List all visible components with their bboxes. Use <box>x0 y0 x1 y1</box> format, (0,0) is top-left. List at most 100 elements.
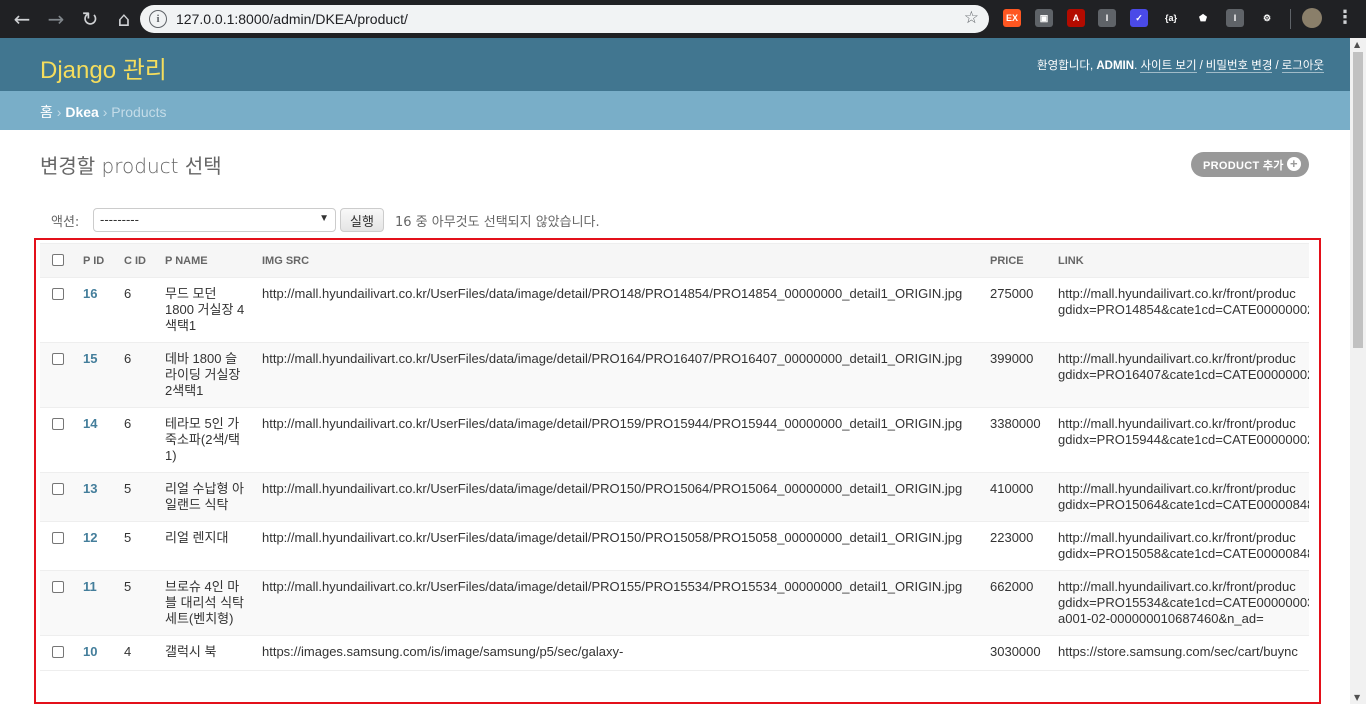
browser-toolbar: ← → ↻ ⌂ i 127.0.0.1:8000/admin/DKEA/prod… <box>0 0 1366 38</box>
pdf-extension-icon[interactable]: A <box>1067 9 1085 27</box>
table-row: 11 5 브로슈 4인 마블 대리석 식탁세트(벤치형) http://mall.hy… <box>40 570 1309 636</box>
site-info-icon[interactable]: i <box>149 10 167 28</box>
category-id: 6 <box>117 277 158 343</box>
row-select-cell <box>40 570 76 636</box>
selection-counter: 16 중 아무것도 선택되지 않았습니다. <box>395 214 600 230</box>
product-id-link[interactable]: 16 <box>76 277 117 343</box>
forward-icon[interactable]: → <box>40 3 72 35</box>
product-table: P ID C ID P NAME IMG SRC PRICE LINK 16 6 무… <box>40 243 1309 671</box>
category-id: 4 <box>117 635 158 671</box>
image-src: http://mall.hyundailivart.co.kr/UserFile… <box>255 570 983 636</box>
breadcrumb-app[interactable]: Dkea <box>65 104 98 120</box>
i2-extension-icon[interactable]: I <box>1226 9 1244 27</box>
row-checkbox[interactable] <box>52 288 64 300</box>
column-header[interactable]: LINK <box>1051 243 1309 278</box>
reload-icon[interactable]: ↻ <box>74 3 106 35</box>
row-checkbox[interactable] <box>52 483 64 495</box>
add-product-label: PRODUCT 추가 <box>1203 159 1284 172</box>
address-url[interactable]: 127.0.0.1:8000/admin/DKEA/product/ <box>176 11 408 27</box>
column-header[interactable]: PRICE <box>983 243 1051 278</box>
action-select[interactable]: --------- ▼ <box>93 208 336 232</box>
actions-label: 액션: <box>51 214 80 230</box>
home-icon[interactable]: ⌂ <box>108 3 140 35</box>
browser-menu-icon[interactable]: ⋮ <box>1336 7 1354 28</box>
dropdown-arrow-icon: ▼ <box>319 213 329 224</box>
bookmark-star-icon[interactable]: ☆ <box>964 8 979 28</box>
username: ADMIN <box>1096 60 1135 72</box>
row-select-cell <box>40 277 76 343</box>
category-id: 6 <box>117 342 158 408</box>
toolbar-divider <box>1290 9 1291 29</box>
select-all-checkbox[interactable] <box>52 254 64 266</box>
go-button[interactable]: 실행 <box>340 208 384 232</box>
view-site-link[interactable]: 사이트 보기 <box>1140 60 1197 73</box>
column-header[interactable]: IMG SRC <box>255 243 983 278</box>
table-row: 14 6 테라모 5인 가죽소파(2색/택1) http://mall.hyundai… <box>40 407 1309 473</box>
column-header[interactable]: C ID <box>117 243 158 278</box>
product-id-link[interactable]: 13 <box>76 472 117 522</box>
logout-link[interactable]: 로그아웃 <box>1281 60 1324 73</box>
i-extension-icon[interactable]: I <box>1098 9 1116 27</box>
product-id-link[interactable]: 10 <box>76 635 117 671</box>
price: 3030000 <box>983 635 1051 671</box>
row-select-cell <box>40 407 76 473</box>
ex-extension-icon[interactable]: EX <box>1003 9 1021 27</box>
scroll-up-icon[interactable]: ▲ <box>1354 40 1360 49</box>
product-id-link[interactable]: 11 <box>76 570 117 636</box>
profile-avatar[interactable] <box>1302 8 1322 28</box>
page-scrollbar[interactable]: ▲ ▼ <box>1350 38 1366 704</box>
table-row: 13 5 리얼 수납형 아일랜드 식탁 http://mall.hyundailiva… <box>40 472 1309 522</box>
product-id-link[interactable]: 12 <box>76 521 117 571</box>
product-name: 데바 1800 슬라이딩 거실장 2색택1 <box>158 342 255 408</box>
check-extension-icon[interactable]: ✓ <box>1130 9 1148 27</box>
category-id: 6 <box>117 407 158 473</box>
price: 399000 <box>983 342 1051 408</box>
screen-extension-icon[interactable]: ▣ <box>1035 9 1053 27</box>
product-link: http://mall.hyundailivart.co.kr/front/pr… <box>1051 570 1309 636</box>
link-line: https://store.samsung.com/sec/cart/buync <box>1058 644 1298 659</box>
product-link: http://mall.hyundailivart.co.kr/front/pr… <box>1051 472 1309 522</box>
admin-header: Django 관리 환영합니다, ADMIN. 사이트 보기 / 비밀번호 변경 / 로… <box>0 38 1350 91</box>
row-checkbox[interactable] <box>52 353 64 365</box>
product-id-link[interactable]: 15 <box>76 342 117 408</box>
row-checkbox[interactable] <box>52 418 64 430</box>
a-extension-icon[interactable]: {a} <box>1162 9 1180 27</box>
gear-extension-icon[interactable]: ⚙ <box>1258 9 1276 27</box>
product-name: 리얼 수납형 아일랜드 식탁 <box>158 472 255 522</box>
column-header[interactable]: P ID <box>76 243 117 278</box>
change-password-link[interactable]: 비밀번호 변경 <box>1205 60 1273 73</box>
image-src: http://mall.hyundailivart.co.kr/UserFile… <box>255 521 983 571</box>
category-id: 5 <box>117 472 158 522</box>
add-product-button[interactable]: PRODUCT 추가 + <box>1191 152 1309 177</box>
actions-bar: 액션: --------- ▼ 실행 16 중 아무것도 선택되지 않았습니다. <box>40 205 600 235</box>
table-row: 12 5 리얼 렌지대 http://mall.hyundailivart.co.kr… <box>40 521 1309 571</box>
link-line: http://mall.hyundailivart.co.kr/front/pr… <box>1058 579 1296 594</box>
user-tools: 환영합니다, ADMIN. 사이트 보기 / 비밀번호 변경 / 로그아웃 <box>1037 60 1324 73</box>
column-header[interactable]: P NAME <box>158 243 255 278</box>
product-id-link[interactable]: 14 <box>76 407 117 473</box>
product-name: 무드 모던 1800 거실장 4색택1 <box>158 277 255 343</box>
link-line: http://mall.hyundailivart.co.kr/front/pr… <box>1058 530 1296 545</box>
link-line: gdidx=PRO15064&cate1cd=CATE00000848 <box>1058 497 1309 512</box>
row-checkbox[interactable] <box>52 646 64 658</box>
row-checkbox[interactable] <box>52 532 64 544</box>
address-bar[interactable]: i 127.0.0.1:8000/admin/DKEA/product/ ☆ <box>140 5 989 33</box>
site-branding[interactable]: Django 관리 <box>40 50 167 85</box>
pentagon-extension-icon[interactable]: ⬟ <box>1194 9 1212 27</box>
scrollbar-thumb[interactable] <box>1353 52 1363 348</box>
table-row: 10 4 갤럭시 북 https://images.samsung.com/is/im… <box>40 635 1309 671</box>
breadcrumb-home[interactable]: 홈 <box>40 104 53 120</box>
product-link: https://store.samsung.com/sec/cart/buync <box>1051 635 1309 671</box>
product-name: 테라모 5인 가죽소파(2색/택1) <box>158 407 255 473</box>
product-name: 리얼 렌지대 <box>158 521 255 571</box>
image-src: http://mall.hyundailivart.co.kr/UserFile… <box>255 342 983 408</box>
scroll-down-icon[interactable]: ▼ <box>1354 693 1360 702</box>
product-name: 갤럭시 북 <box>158 635 255 671</box>
back-icon[interactable]: ← <box>6 3 38 35</box>
product-link: http://mall.hyundailivart.co.kr/front/pr… <box>1051 521 1309 571</box>
product-link: http://mall.hyundailivart.co.kr/front/pr… <box>1051 407 1309 473</box>
product-name: 브로슈 4인 마블 대리석 식탁세트(벤치형) <box>158 570 255 636</box>
row-checkbox[interactable] <box>52 581 64 593</box>
link-line: http://mall.hyundailivart.co.kr/front/pr… <box>1058 416 1296 431</box>
category-id: 5 <box>117 570 158 636</box>
